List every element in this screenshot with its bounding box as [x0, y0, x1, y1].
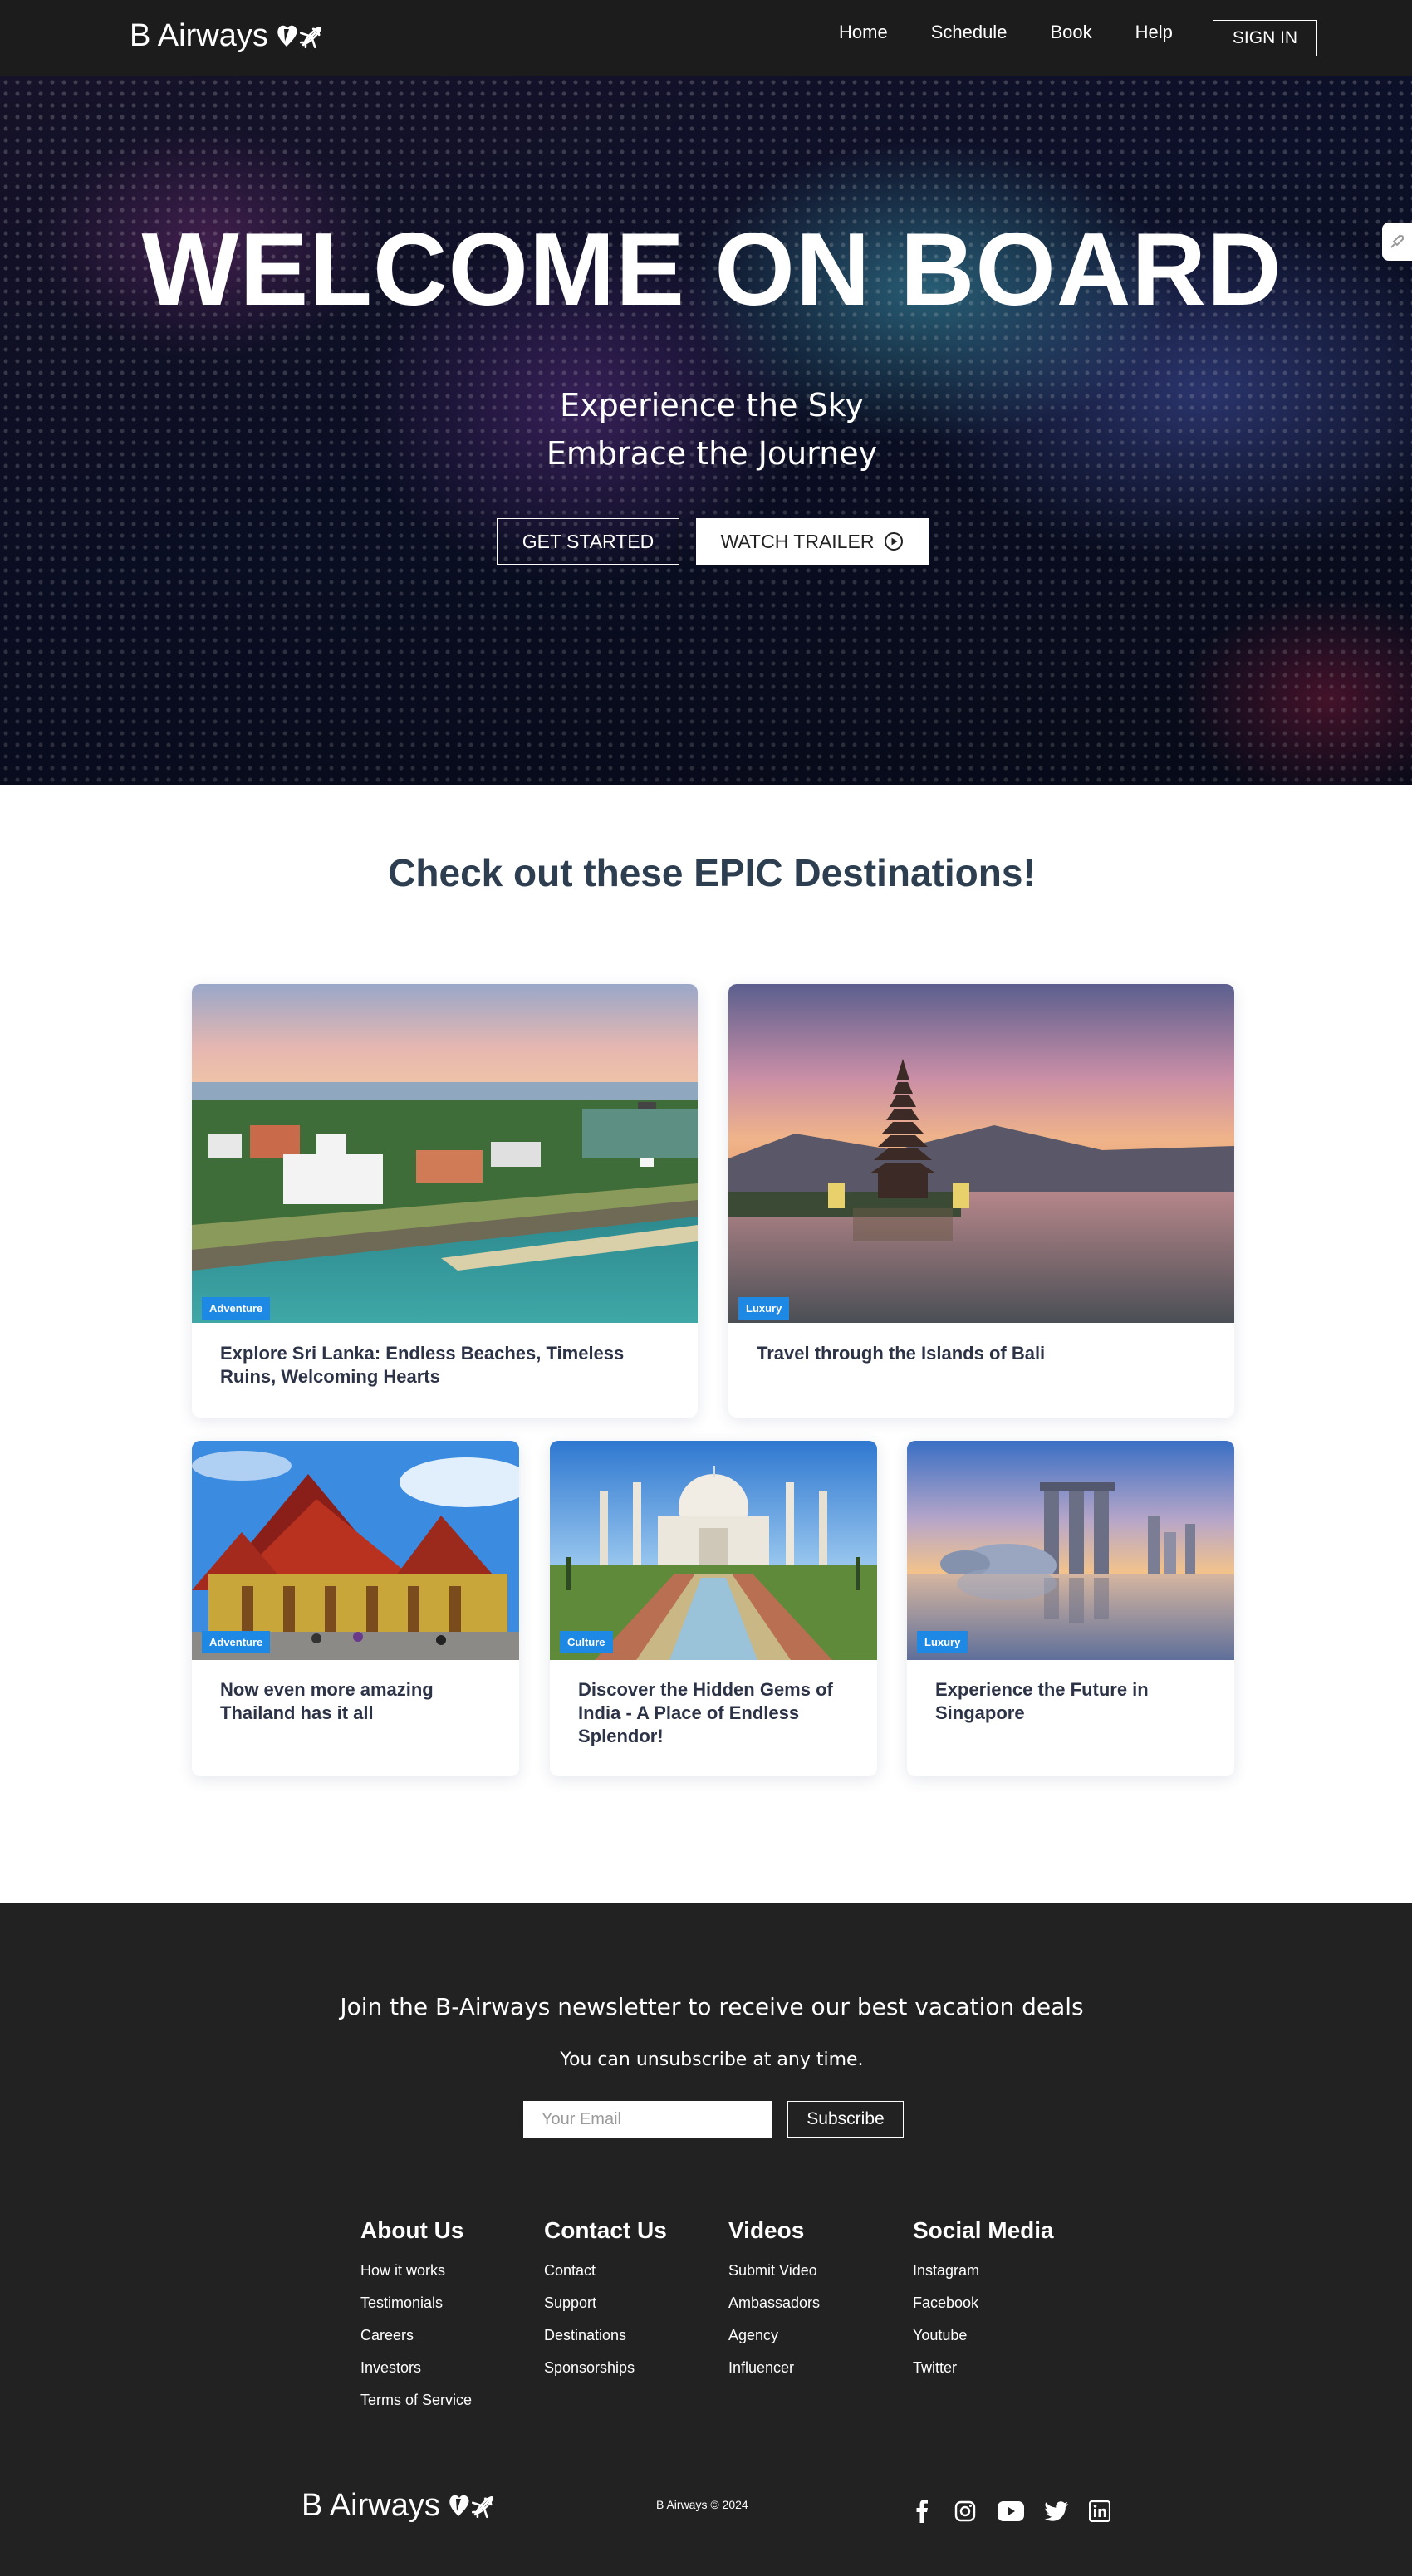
- watch-trailer-button[interactable]: WATCH TRAILER: [696, 518, 929, 565]
- hero-banner: WELCOME ON BOARD Experience the Sky Embr…: [0, 76, 1412, 785]
- category-badge: Luxury: [738, 1297, 790, 1320]
- email-input[interactable]: [523, 2101, 772, 2138]
- card-title: Explore Sri Lanka: Endless Beaches, Time…: [220, 1343, 625, 1387]
- hero-title: WELCOME ON BOARD: [141, 213, 1282, 327]
- card-title: Discover the Hidden Gems of India - A Pl…: [578, 1679, 833, 1746]
- youtube-icon[interactable]: [997, 2500, 1025, 2523]
- destination-card-thailand[interactable]: Adventure Now even more amazing Thailand…: [192, 1441, 519, 1776]
- destination-card-sri-lanka[interactable]: Adventure Explore Sri Lanka: Endless Bea…: [192, 984, 698, 1418]
- watch-trailer-label: WATCH TRAILER: [720, 530, 875, 552]
- nav-link-help[interactable]: Help: [1135, 22, 1173, 43]
- footer-column-heading: Contact Us: [544, 2217, 667, 2243]
- footer: Join the B-Airways newsletter to receive…: [0, 1903, 1412, 2576]
- footer-link[interactable]: Support: [544, 2294, 667, 2311]
- subscribe-button[interactable]: Subscribe: [787, 2101, 904, 2138]
- taj-mahal-image: [550, 1441, 877, 1660]
- destination-card-india[interactable]: Culture Discover the Hidden Gems of Indi…: [550, 1441, 877, 1776]
- footer-link[interactable]: Investors: [360, 2359, 472, 2376]
- destination-card-singapore[interactable]: Luxury Experience the Future in Singapor…: [907, 1441, 1234, 1776]
- copyright-text: B Airways © 2024: [656, 2498, 748, 2511]
- card-title: Travel through the Islands of Bali: [757, 1343, 1046, 1364]
- newsletter-subtitle: You can unsubscribe at any time.: [560, 2050, 864, 2070]
- footer-link[interactable]: Submit Video: [728, 2262, 820, 2279]
- footer-link[interactable]: Testimonials: [360, 2294, 472, 2311]
- destinations-heading: Check out these EPIC Destinations!: [388, 851, 1036, 894]
- heart-plane-icon: [449, 2495, 493, 2518]
- nav-links: Home Schedule Book Help: [839, 22, 1216, 43]
- footer-brand-name: B Airways: [302, 2488, 440, 2523]
- rocket-icon: [1390, 234, 1405, 248]
- instagram-icon[interactable]: [954, 2500, 977, 2523]
- footer-link[interactable]: Instagram: [913, 2262, 1054, 2279]
- footer-column-videos: Videos Submit Video Ambassadors Agency I…: [728, 2217, 820, 2392]
- category-badge: Adventure: [202, 1297, 271, 1320]
- footer-link[interactable]: Careers: [360, 2327, 472, 2343]
- sri-lanka-coast-image: [192, 984, 698, 1323]
- footer-link[interactable]: Youtube: [913, 2327, 1054, 2343]
- destination-card-bali[interactable]: Luxury Travel through the Islands of Bal…: [728, 984, 1234, 1418]
- singapore-skyline-image: [907, 1441, 1234, 1660]
- footer-link[interactable]: Facebook: [913, 2294, 1054, 2311]
- footer-brand-logo[interactable]: B Airways: [302, 2488, 500, 2524]
- play-circle-icon: [885, 532, 904, 551]
- navbar: B Airways Home Schedule Book Help SIGN I…: [0, 0, 1412, 76]
- footer-link[interactable]: Twitter: [913, 2359, 1054, 2376]
- footer-column-about: About Us How it works Testimonials Caree…: [360, 2217, 472, 2424]
- hero-subtitle-line2: Embrace the Journey: [546, 435, 878, 472]
- footer-link[interactable]: Agency: [728, 2327, 820, 2343]
- side-feedback-tab[interactable]: [1382, 223, 1412, 261]
- brand-logo[interactable]: B Airways: [130, 18, 328, 54]
- category-badge: Adventure: [202, 1631, 271, 1653]
- thailand-temple-image: [192, 1441, 519, 1660]
- footer-link[interactable]: Terms of Service: [360, 2392, 472, 2408]
- get-started-button[interactable]: GET STARTED: [497, 518, 679, 565]
- footer-column-contact: Contact Us Contact Support Destinations …: [544, 2217, 667, 2392]
- footer-column-social: Social Media Instagram Facebook Youtube …: [913, 2217, 1054, 2392]
- footer-column-heading: Videos: [728, 2217, 805, 2243]
- hero-subtitle-line1: Experience the Sky: [560, 387, 864, 424]
- brand-name: B Airways: [130, 18, 268, 53]
- facebook-icon[interactable]: [910, 2500, 934, 2523]
- card-title: Now even more amazing Thailand has it al…: [220, 1679, 434, 1723]
- heart-plane-icon: [277, 25, 321, 48]
- footer-column-heading: About Us: [360, 2217, 464, 2243]
- get-started-label: GET STARTED: [522, 530, 655, 552]
- category-badge: Luxury: [917, 1631, 968, 1653]
- footer-column-heading: Social Media: [913, 2217, 1054, 2243]
- linkedin-icon[interactable]: [1088, 2500, 1111, 2523]
- nav-link-book[interactable]: Book: [1050, 22, 1091, 43]
- nav-link-home[interactable]: Home: [839, 22, 888, 43]
- category-badge: Culture: [560, 1631, 613, 1653]
- newsletter-title: Join the B-Airways newsletter to receive…: [340, 1993, 1084, 2020]
- nav-link-schedule[interactable]: Schedule: [931, 22, 1008, 43]
- footer-link[interactable]: Ambassadors: [728, 2294, 820, 2311]
- footer-link[interactable]: Influencer: [728, 2359, 820, 2376]
- social-icons: [910, 2500, 1131, 2523]
- twitter-icon[interactable]: [1045, 2500, 1068, 2523]
- footer-link[interactable]: How it works: [360, 2262, 472, 2279]
- card-title: Experience the Future in Singapore: [935, 1679, 1149, 1723]
- footer-link[interactable]: Contact: [544, 2262, 667, 2279]
- footer-link[interactable]: Destinations: [544, 2327, 667, 2343]
- sign-in-button[interactable]: SIGN IN: [1213, 20, 1317, 56]
- bali-temple-image: [728, 984, 1234, 1323]
- footer-link[interactable]: Sponsorships: [544, 2359, 667, 2376]
